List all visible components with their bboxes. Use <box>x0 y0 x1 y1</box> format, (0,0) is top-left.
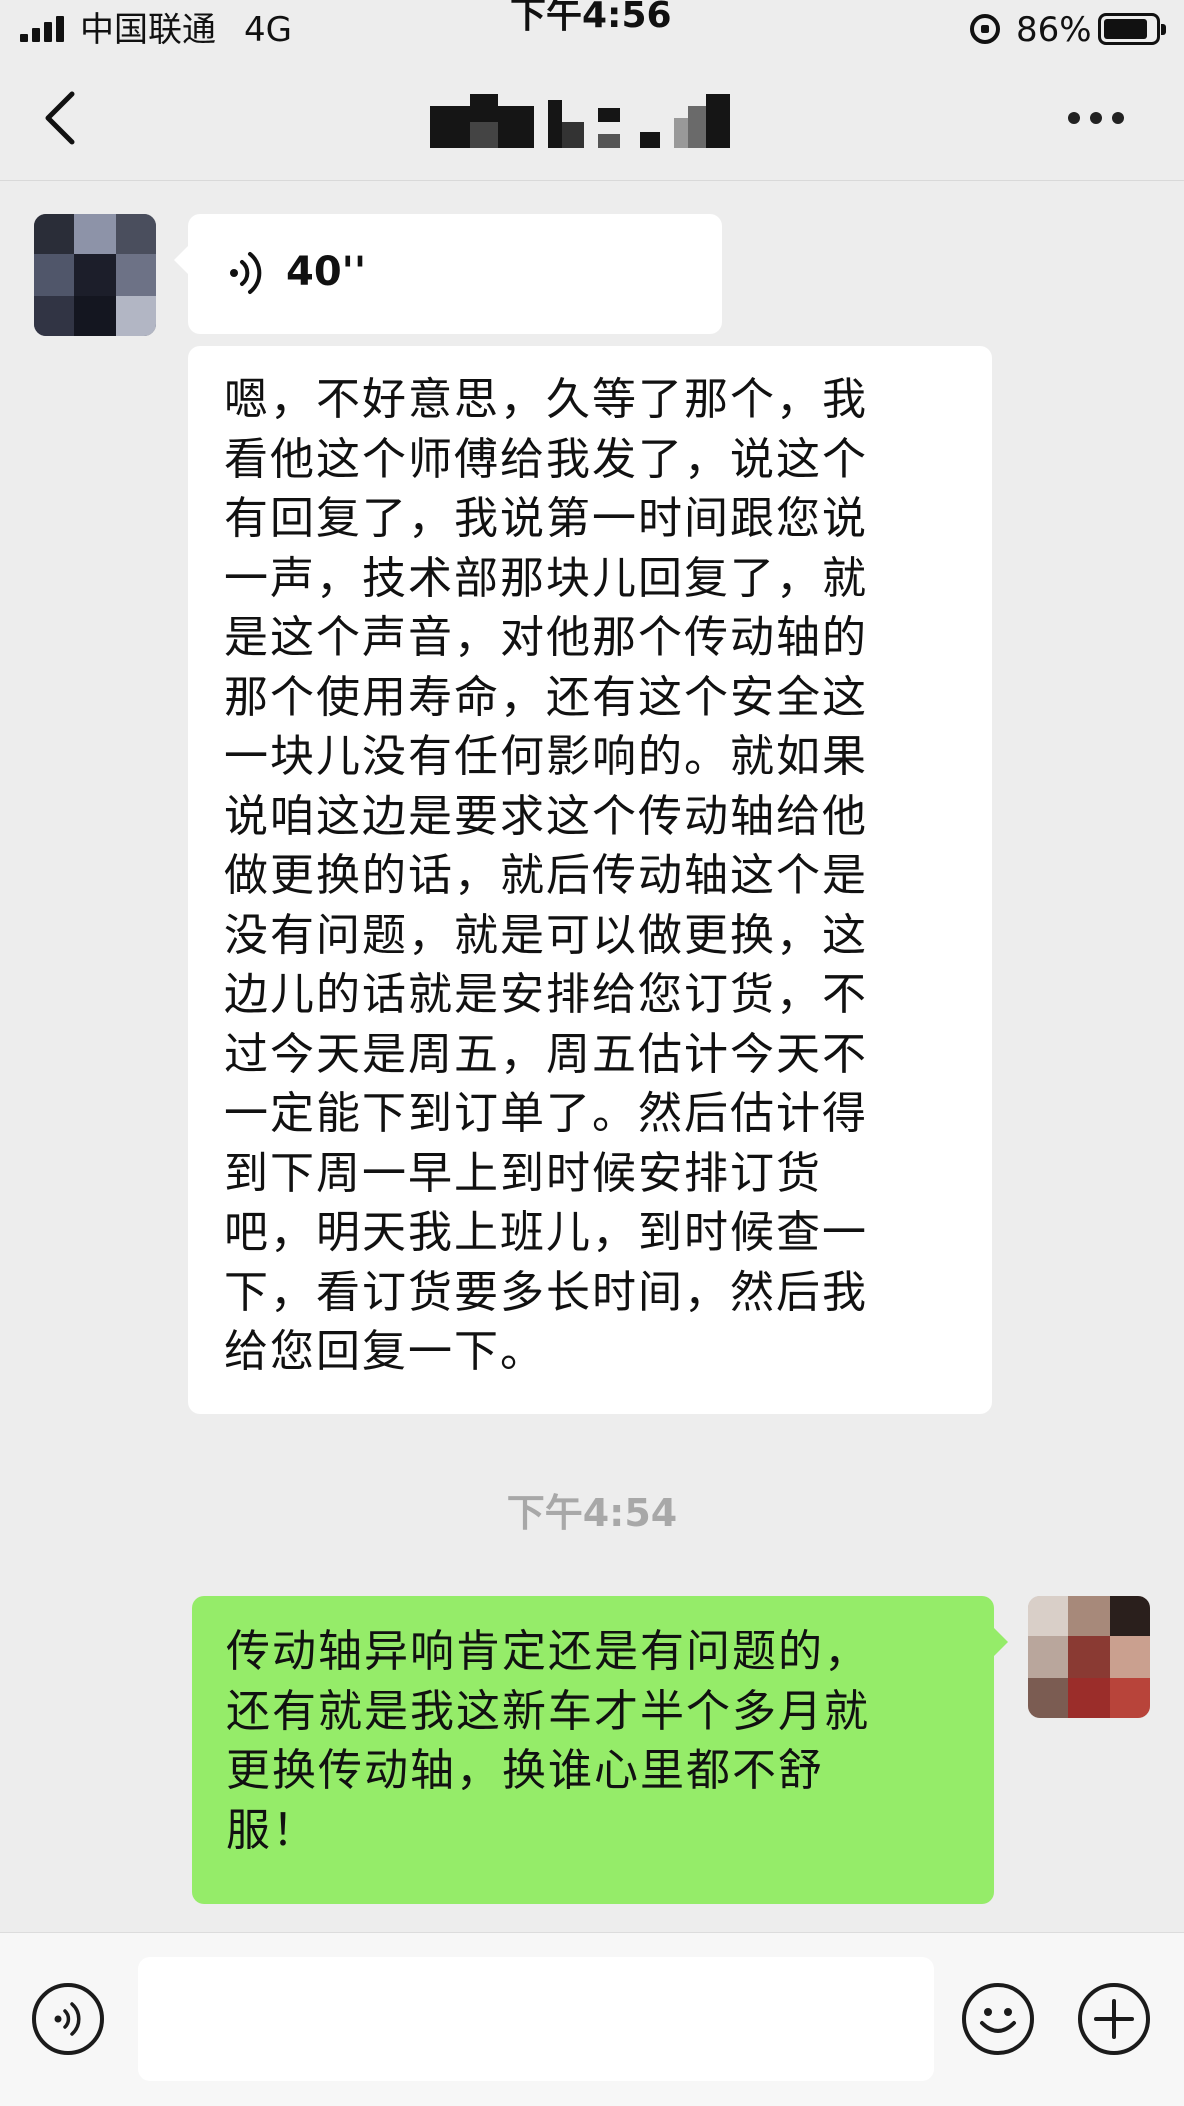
message-input[interactable] <box>138 1957 934 2081</box>
chevron-left-icon[interactable] <box>36 88 96 148</box>
chat-title-pixelated <box>430 94 754 150</box>
message-timestamp: 下午4:54 <box>506 1491 678 1535</box>
sent-message-text: 传动轴异响肯定还是有问题的， 还有就是我这新车才半个多月就 更换传动轴，换谁心里… <box>226 1626 870 1856</box>
input-bar <box>0 1932 1184 2106</box>
battery-icon <box>1098 13 1166 45</box>
rotation-lock-icon <box>970 14 1000 44</box>
voice-wave-icon <box>230 252 262 294</box>
message-text: 嗯，不好意思，久等了那个，我 看他这个师傅给我发了，说这个 有回复了，我说第一时… <box>224 374 868 1377</box>
carrier-name: 中国联通 <box>80 10 216 50</box>
text-message-bubble[interactable]: 嗯，不好意思，久等了那个，我 看他这个师傅给我发了，说这个 有回复了，我说第一时… <box>188 346 992 1414</box>
battery-percent: 86% <box>1016 10 1092 50</box>
status-time: 下午4:56 <box>510 0 672 36</box>
voice-duration: 40'' <box>286 249 367 295</box>
plus-icon[interactable] <box>1078 1983 1150 2055</box>
status-bar: 中国联通 4G 下午4:56 86% <box>0 0 1184 60</box>
signal-icon <box>20 16 68 42</box>
contact-avatar[interactable] <box>34 214 156 336</box>
chat-header <box>0 60 1184 181</box>
more-dots-icon[interactable] <box>1068 106 1132 130</box>
my-avatar[interactable] <box>1028 1596 1150 1718</box>
network-type: 4G <box>244 10 292 50</box>
emoji-icon[interactable] <box>962 1983 1034 2055</box>
sent-message-bubble[interactable]: 传动轴异响肯定还是有问题的， 还有就是我这新车才半个多月就 更换传动轴，换谁心里… <box>192 1596 1008 1904</box>
voice-message-bubble[interactable]: 40'' <box>174 214 722 334</box>
voice-input-icon[interactable] <box>32 1983 104 2055</box>
